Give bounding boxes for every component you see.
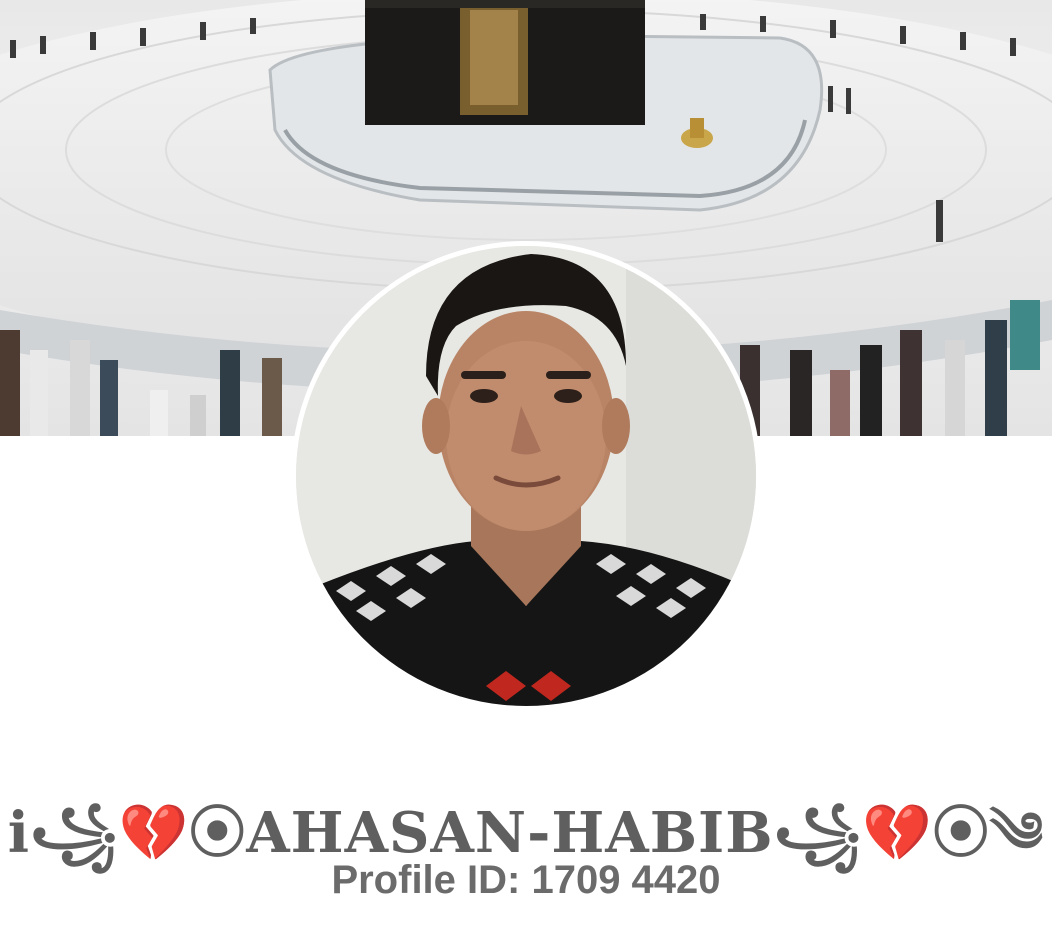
profile-id: Profile ID: 1709 4420 (331, 858, 721, 902)
avatar[interactable] (296, 246, 756, 706)
profile-name: i꧁💔⦿AHASAN-HABIB꧁💔⦿༄ (7, 800, 1045, 866)
